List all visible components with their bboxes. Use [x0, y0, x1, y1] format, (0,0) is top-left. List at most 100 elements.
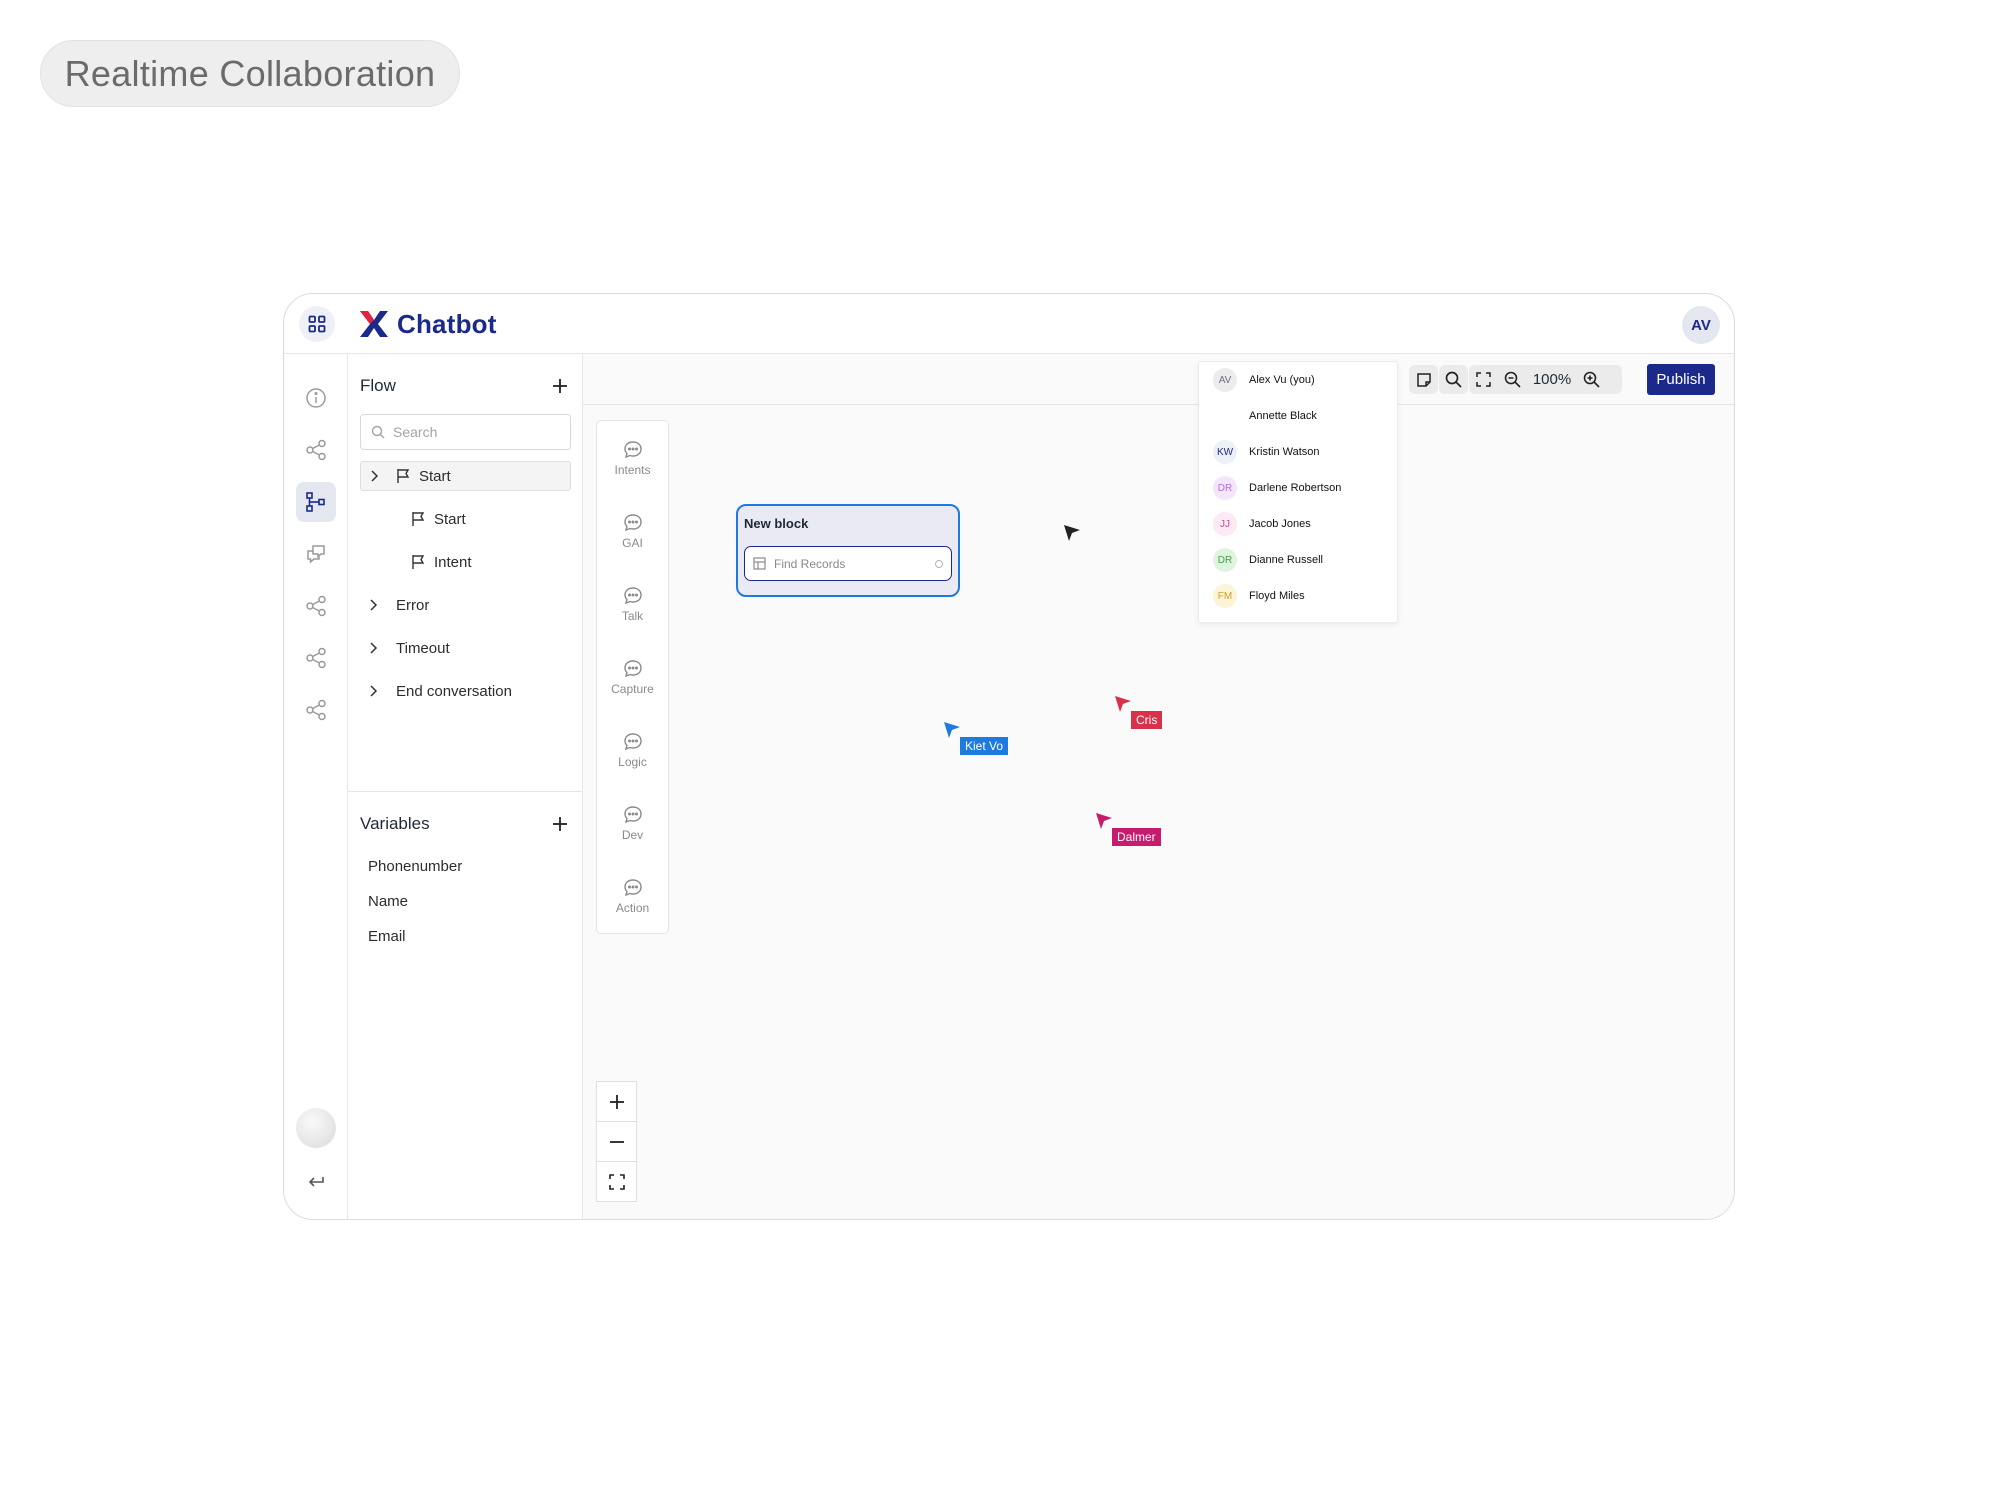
sticky-note-button[interactable]	[1409, 365, 1438, 394]
rail-item-share[interactable]	[296, 586, 336, 626]
chevron-right-icon[interactable]	[368, 685, 386, 697]
cursor-icon	[1096, 813, 1112, 829]
zoom-in-icon	[1583, 371, 1600, 388]
minus-icon	[609, 1140, 624, 1143]
avatar: AV	[1213, 368, 1237, 392]
tree-item-start[interactable]: Start	[360, 461, 571, 491]
app-name: Chatbot	[397, 308, 497, 339]
chevron-right-icon[interactable]	[368, 599, 386, 611]
flag-icon	[395, 468, 411, 484]
collaborator-item[interactable]: DR Dianne Russell	[1213, 548, 1323, 572]
flow-header: Flow	[360, 371, 571, 401]
connection-port[interactable]	[935, 560, 943, 568]
collaborators-dropdown: AV Alex Vu (you) Annette Black KW Kristi…	[1198, 361, 1398, 623]
collaborator-name: Alex Vu (you)	[1249, 374, 1315, 386]
canvas-zoom-in-button[interactable]	[596, 1081, 637, 1122]
search-icon	[1445, 371, 1462, 388]
variable-item[interactable]: Phonenumber	[368, 858, 462, 875]
tree-item-label: Error	[396, 596, 430, 614]
return-icon	[308, 1177, 324, 1187]
rail-item-share[interactable]	[296, 430, 336, 470]
canvas-fit-button[interactable]	[596, 1161, 637, 1202]
variable-item[interactable]: Email	[368, 928, 406, 945]
tree-item-timeout[interactable]: Timeout	[360, 633, 571, 663]
palette-label: Intents	[614, 462, 651, 477]
tree-item-label: Intent	[434, 553, 472, 571]
apps-grid-button[interactable]	[299, 306, 335, 342]
app-logo[interactable]: Chatbot	[359, 307, 497, 341]
palette-label: Dev	[621, 827, 644, 842]
rail-item-share[interactable]	[296, 638, 336, 678]
rail-item-flow[interactable]	[296, 482, 336, 522]
chevron-right-icon[interactable]	[368, 642, 386, 654]
chevron-right-icon[interactable]	[369, 470, 387, 482]
add-variable-button[interactable]	[549, 813, 571, 835]
collaborator-name: Dianne Russell	[1249, 554, 1323, 566]
add-flow-button[interactable]	[549, 375, 571, 397]
tree-item-end-conversation[interactable]: End conversation	[360, 676, 571, 706]
return-button[interactable]	[296, 1162, 336, 1202]
nav-rail	[284, 354, 348, 1219]
avatar: DR	[1213, 548, 1237, 572]
flow-panel: Flow Start Start Intent Error	[348, 354, 583, 1219]
plus-icon	[609, 1094, 624, 1109]
collaborator-item[interactable]: KW Kristin Watson	[1213, 440, 1320, 464]
share-icon	[306, 647, 326, 669]
tree-item-intent[interactable]: Intent	[360, 547, 571, 577]
search-input[interactable]	[393, 424, 543, 440]
cursor-icon	[1115, 696, 1131, 712]
share-icon	[306, 595, 326, 617]
collaborator-item[interactable]: DR Darlene Robertson	[1213, 476, 1341, 500]
block-step-find-records[interactable]: Find Records	[744, 546, 952, 581]
canvas-zoom-out-button[interactable]	[596, 1121, 637, 1162]
palette-item-intents[interactable]: Intents	[597, 433, 668, 483]
palette-label: Action	[615, 900, 650, 915]
chat-bubble-icon	[623, 440, 642, 458]
zoom-in-button[interactable]	[1577, 365, 1606, 394]
palette-item-capture[interactable]: Capture	[597, 652, 668, 702]
palette-item-dev[interactable]: Dev	[597, 798, 668, 848]
fullscreen-button[interactable]	[1469, 365, 1498, 394]
app-header: Chatbot AV	[284, 294, 1734, 354]
canvas-toolbar: AV KW +3 100%	[583, 354, 1734, 405]
flow-block[interactable]: New block Find Records	[736, 504, 960, 597]
rail-item-share[interactable]	[296, 690, 336, 730]
palette-item-action[interactable]: Action	[597, 871, 668, 921]
chat-bubble-icon	[623, 659, 642, 677]
plus-icon	[553, 379, 567, 393]
tree-item-start-child[interactable]: Start	[360, 504, 571, 534]
palette-item-talk[interactable]: Talk	[597, 579, 668, 629]
search-button[interactable]	[1439, 365, 1468, 394]
collaborator-item[interactable]: AV Alex Vu (you)	[1213, 368, 1315, 392]
tree-item-error[interactable]: Error	[360, 590, 571, 620]
avatar: DR	[1213, 476, 1237, 500]
share-icon	[306, 439, 326, 461]
user-avatar[interactable]: AV	[1682, 306, 1720, 344]
block-title: New block	[744, 516, 809, 531]
variables-title: Variables	[360, 814, 430, 833]
chat-bubble-icon	[623, 586, 642, 604]
chat-bubble-icon	[623, 513, 642, 531]
flag-icon	[410, 554, 426, 570]
publish-button[interactable]: Publish	[1647, 364, 1715, 395]
block-palette: Intents GAI Talk Capture Logic Dev Actio…	[596, 420, 669, 934]
collaborator-item[interactable]: FM Floyd Miles	[1213, 584, 1305, 608]
zoom-out-button[interactable]	[1498, 365, 1527, 394]
flow-search[interactable]	[360, 414, 571, 450]
cursor-label: Cris	[1131, 711, 1163, 729]
app-window: Chatbot AV Flow Search Start Start Inten…	[283, 293, 1735, 1220]
flow-canvas[interactable]: AV KW +3 100%	[583, 354, 1734, 1219]
variable-item[interactable]: Name	[368, 893, 408, 910]
rail-item-chat[interactable]	[296, 534, 336, 574]
collaborator-item[interactable]: Annette Black	[1213, 404, 1317, 428]
collaborator-item[interactable]: JJ Jacob Jones	[1213, 512, 1311, 536]
cursor-label: Dalmer	[1112, 828, 1161, 846]
avatar: JJ	[1213, 512, 1237, 536]
avatar[interactable]	[296, 1108, 336, 1148]
table-icon	[753, 557, 766, 570]
tree-item-label: Timeout	[396, 639, 450, 657]
palette-item-logic[interactable]: Logic	[597, 725, 668, 775]
rail-item-info[interactable]	[296, 378, 336, 418]
collaborator-name: Darlene Robertson	[1249, 482, 1342, 494]
palette-item-gai[interactable]: GAI	[597, 506, 668, 556]
